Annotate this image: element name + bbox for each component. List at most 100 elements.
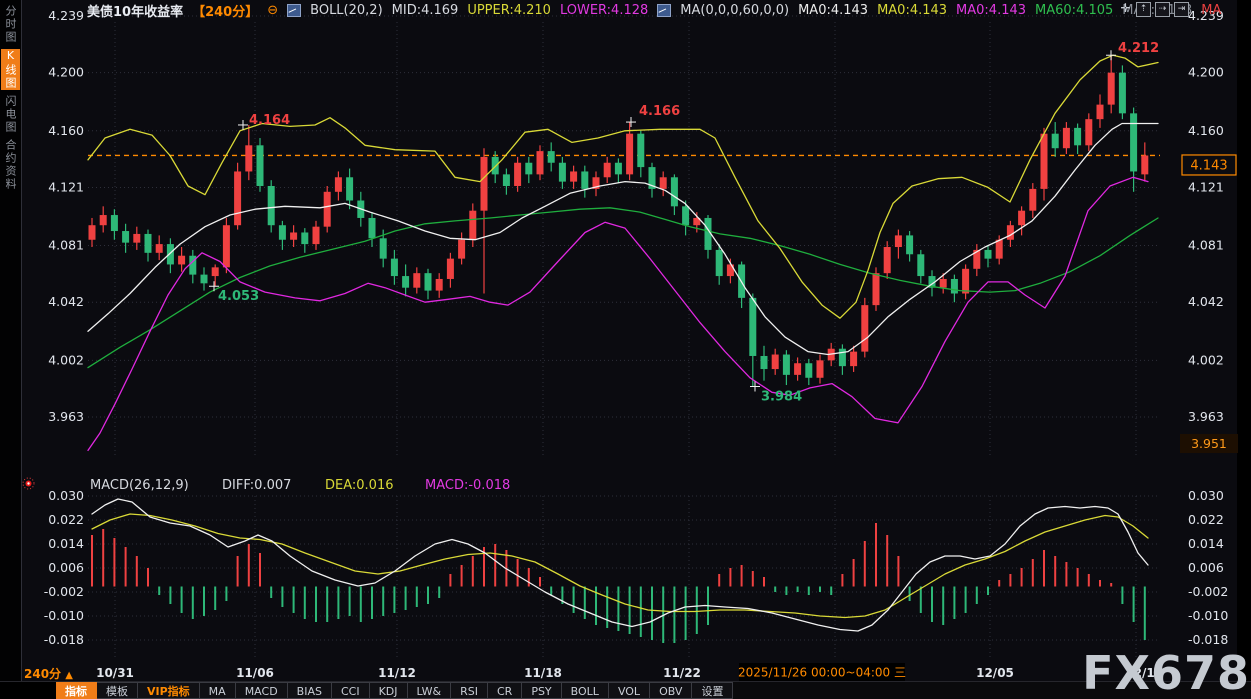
- toolbar-item-KDJ[interactable]: KDJ: [370, 682, 408, 699]
- annotation-price-label: 4.164: [249, 113, 290, 128]
- x-axis-label: 10/31: [96, 666, 134, 680]
- candle-body: [671, 177, 678, 206]
- exit-icon[interactable]: ⇥: [1174, 2, 1189, 17]
- pan-icon[interactable]: ✛: [1119, 2, 1132, 15]
- toolbar-item-RSI[interactable]: RSI: [451, 682, 488, 699]
- candle-body: [716, 250, 723, 276]
- toolbar-item-设置[interactable]: 设置: [692, 682, 733, 699]
- candle-body: [223, 225, 230, 267]
- candle-body: [413, 273, 420, 288]
- candle-body: [1063, 128, 1070, 148]
- candle-body: [436, 279, 443, 291]
- candle-body: [783, 355, 790, 375]
- current-price-label: 4.143: [1190, 158, 1227, 173]
- indicator-value: MID:4.169: [392, 3, 459, 18]
- macd-header-value: MACD(26,12,9): [90, 478, 189, 493]
- toolbar-item-VOL[interactable]: VOL: [609, 682, 650, 699]
- macd-axis-label-right: -0.002: [1188, 584, 1228, 599]
- compare-icon[interactable]: ⊖: [267, 3, 278, 18]
- candle-body: [1074, 128, 1081, 145]
- boll-upper-line: [88, 55, 1158, 318]
- toolbar-item-VIP指标[interactable]: VIP指标: [138, 682, 200, 699]
- candle-body: [917, 254, 924, 276]
- candle-body: [133, 234, 140, 243]
- indicator-values: BOLL(20,2)MID:4.169UPPER:4.210LOWER:4.12…: [287, 3, 1221, 18]
- window-controls: ✛ ⇡ ⇢ ⇥: [1119, 2, 1189, 17]
- candle-body: [817, 360, 824, 377]
- price-axis-label-left: 4.121: [48, 179, 84, 194]
- main-chart-svg[interactable]: 4.2394.2394.2004.2004.1604.1604.1214.121…: [21, 0, 1251, 682]
- sidebar-tab-3[interactable]: 合约资料: [1, 139, 20, 191]
- scale-right-icon[interactable]: ⇢: [1155, 2, 1170, 17]
- price-axis-label-left: 4.042: [48, 294, 84, 309]
- toolbar-item-模板[interactable]: 模板: [97, 682, 138, 699]
- price-axis-label-right: 3.963: [1188, 409, 1224, 424]
- candle-body: [279, 225, 286, 240]
- candle-body: [290, 232, 297, 239]
- toolbar-item-MA[interactable]: MA: [200, 682, 236, 699]
- toolbar-item-指标[interactable]: 指标: [56, 682, 97, 699]
- footer-period-label: 240分: [24, 667, 61, 681]
- price-axis-label-left: 3.963: [48, 409, 84, 424]
- macd-axis-label-left: -0.002: [44, 584, 84, 599]
- candle-body: [145, 234, 152, 253]
- sidebar-tab-2[interactable]: 闪电图: [1, 95, 20, 134]
- toolbar-item-CCI[interactable]: CCI: [332, 682, 370, 699]
- alert-dot-icon[interactable]: [22, 475, 35, 488]
- macd-header-value: DEA:0.016: [325, 478, 394, 493]
- candle-body: [615, 163, 622, 175]
- chart-header: 美债10年收益率 【240分】 ⊖ BOLL(20,2)MID:4.169UPP…: [21, 0, 1251, 20]
- x-axis-label: 11/22: [663, 666, 701, 680]
- candle-body: [772, 355, 779, 370]
- toolbar-item-CR[interactable]: CR: [488, 682, 522, 699]
- toolbar-item-BIAS[interactable]: BIAS: [288, 682, 332, 699]
- candle-body: [391, 259, 398, 276]
- indicator-chart-icon[interactable]: [657, 4, 671, 17]
- candle-body: [1041, 134, 1048, 189]
- price-axis-label-left: 4.200: [48, 65, 84, 80]
- candle-body: [234, 171, 241, 225]
- scale-left-icon[interactable]: ⇡: [1136, 2, 1151, 17]
- indicator-chart-icon[interactable]: [287, 4, 301, 17]
- outside-price-label: 3.951: [1191, 436, 1227, 451]
- price-axis-label-right: 4.200: [1188, 65, 1224, 80]
- chart-type-sidebar: 分时图 K线图闪电图合约资料: [0, 0, 22, 682]
- candle-body: [1029, 189, 1036, 211]
- toolbar-item-MACD[interactable]: MACD: [236, 682, 288, 699]
- macd-axis-label-left: -0.010: [44, 608, 84, 623]
- candle-body: [761, 356, 768, 369]
- candle-body: [335, 177, 342, 192]
- charting-app-window: 分时图 K线图闪电图合约资料 美债10年收益率 【240分】 ⊖ BOLL(20,…: [0, 0, 1251, 699]
- candle-body: [794, 363, 801, 375]
- candle-body: [805, 363, 812, 378]
- price-axis-label-right: 4.121: [1188, 179, 1224, 194]
- candle-body: [481, 157, 488, 211]
- candle-body: [850, 352, 857, 367]
- candle-body: [1141, 155, 1148, 174]
- candle-body: [637, 134, 644, 167]
- candle-body: [212, 267, 219, 276]
- sidebar-tab-0[interactable]: 分时图: [1, 5, 20, 44]
- toolbar-item-BOLL[interactable]: BOLL: [562, 682, 609, 699]
- price-axis-label-left: 4.002: [48, 352, 84, 367]
- sidebar-tab-1[interactable]: K线图: [1, 49, 20, 90]
- macd-axis-label-left: 0.030: [48, 488, 84, 503]
- toolbar-item-OBV[interactable]: OBV: [650, 682, 692, 699]
- macd-axis-label-right: 0.006: [1188, 560, 1224, 575]
- candle-body: [1018, 211, 1025, 226]
- toolbar-item-PSY[interactable]: PSY: [522, 682, 561, 699]
- crosshair-tooltip-text: 2025/11/26 00:00~04:00 三: [738, 666, 906, 680]
- candle-body: [906, 235, 913, 254]
- price-axis-label-right: 4.002: [1188, 352, 1224, 367]
- candle-body: [604, 163, 611, 178]
- candle-body: [861, 305, 868, 351]
- candle-body: [940, 279, 947, 288]
- footer-period[interactable]: 240分 ▲: [24, 665, 73, 682]
- macd-axis-label-right: -0.010: [1188, 608, 1228, 623]
- candle-body: [873, 273, 880, 305]
- indicator-toolbar: 指标模板VIP指标MAMACDBIASCCIKDJLW&RSICRPSYBOLL…: [0, 681, 1251, 699]
- macd-header-value: DIFF:0.007: [222, 478, 291, 493]
- candle-body: [514, 163, 521, 186]
- toolbar-item-LW&[interactable]: LW&: [408, 682, 452, 699]
- candle-body: [1085, 119, 1092, 145]
